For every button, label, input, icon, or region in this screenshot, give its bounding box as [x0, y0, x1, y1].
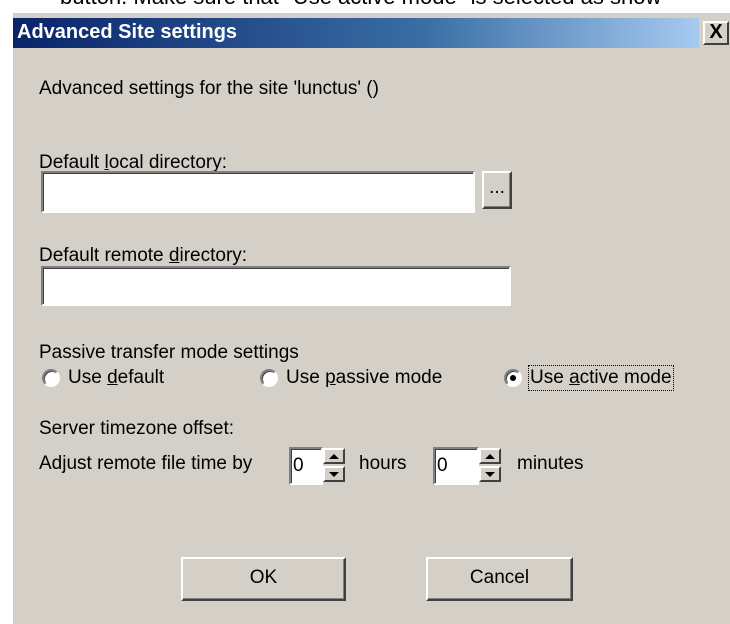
hours-input[interactable]	[291, 449, 321, 483]
intro-text: Advanced settings for the site 'lunctus'…	[39, 78, 379, 99]
radio-use-default[interactable]: Use default	[42, 367, 222, 391]
local-directory-input[interactable]	[43, 173, 473, 211]
radio-use-active-mode-circle[interactable]	[504, 369, 522, 387]
arrow-down-icon	[329, 472, 339, 477]
radio-use-active-mode[interactable]: Use active mode	[504, 365, 704, 391]
hours-up-button[interactable]	[323, 448, 345, 464]
hours-label: hours	[359, 453, 407, 474]
ok-button-label: OK	[249, 567, 278, 588]
radio-use-default-circle[interactable]	[42, 369, 60, 387]
title-bar: Advanced Site settings X	[13, 18, 730, 48]
hours-down-button[interactable]	[323, 466, 345, 482]
close-button[interactable]: X	[703, 21, 729, 45]
minutes-input[interactable]	[435, 449, 477, 483]
title-bar-gradient: Advanced Site settings	[13, 18, 699, 48]
dialog-title: Advanced Site settings	[17, 21, 238, 43]
background-caption: button. Make sure that "Use active mode"…	[0, 0, 730, 12]
radio-use-default-label: Use default	[68, 367, 165, 388]
radio-use-passive-mode[interactable]: Use passive mode	[260, 367, 480, 391]
passive-mode-group-label: Passive transfer mode settings	[39, 342, 299, 363]
adjust-time-label: Adjust remote file time by	[39, 453, 253, 474]
remote-directory-field[interactable]	[41, 266, 511, 306]
local-directory-field[interactable]	[41, 171, 475, 213]
arrow-up-icon	[329, 454, 339, 459]
background-caption-text: button. Make sure that "Use active mode"…	[60, 0, 661, 10]
advanced-site-settings-dialog: Advanced Site settings X Advanced settin…	[12, 12, 730, 624]
arrow-up-icon	[485, 454, 495, 459]
remote-directory-label: Default remote directory:	[39, 245, 248, 266]
minutes-label: minutes	[517, 453, 584, 474]
radio-use-passive-mode-label: Use passive mode	[286, 367, 443, 388]
hours-field[interactable]	[289, 447, 323, 485]
cancel-button-label: Cancel	[469, 567, 530, 588]
browse-button[interactable]: ...	[482, 171, 512, 209]
ok-button[interactable]: OK	[181, 557, 346, 601]
timezone-label: Server timezone offset:	[39, 418, 235, 439]
arrow-down-icon	[485, 472, 495, 477]
hours-spinner[interactable]	[323, 447, 345, 485]
minutes-field[interactable]	[433, 447, 479, 485]
browse-ellipsis: ...	[489, 177, 505, 198]
remote-directory-input[interactable]	[43, 268, 509, 304]
minutes-down-button[interactable]	[479, 466, 501, 482]
minutes-spinner[interactable]	[479, 447, 501, 485]
minutes-up-button[interactable]	[479, 448, 501, 464]
close-icon: X	[709, 21, 723, 43]
cancel-button[interactable]: Cancel	[426, 557, 573, 601]
radio-use-active-mode-label: Use active mode	[528, 365, 674, 391]
radio-selected-dot	[510, 375, 516, 381]
radio-use-passive-mode-circle[interactable]	[260, 369, 278, 387]
